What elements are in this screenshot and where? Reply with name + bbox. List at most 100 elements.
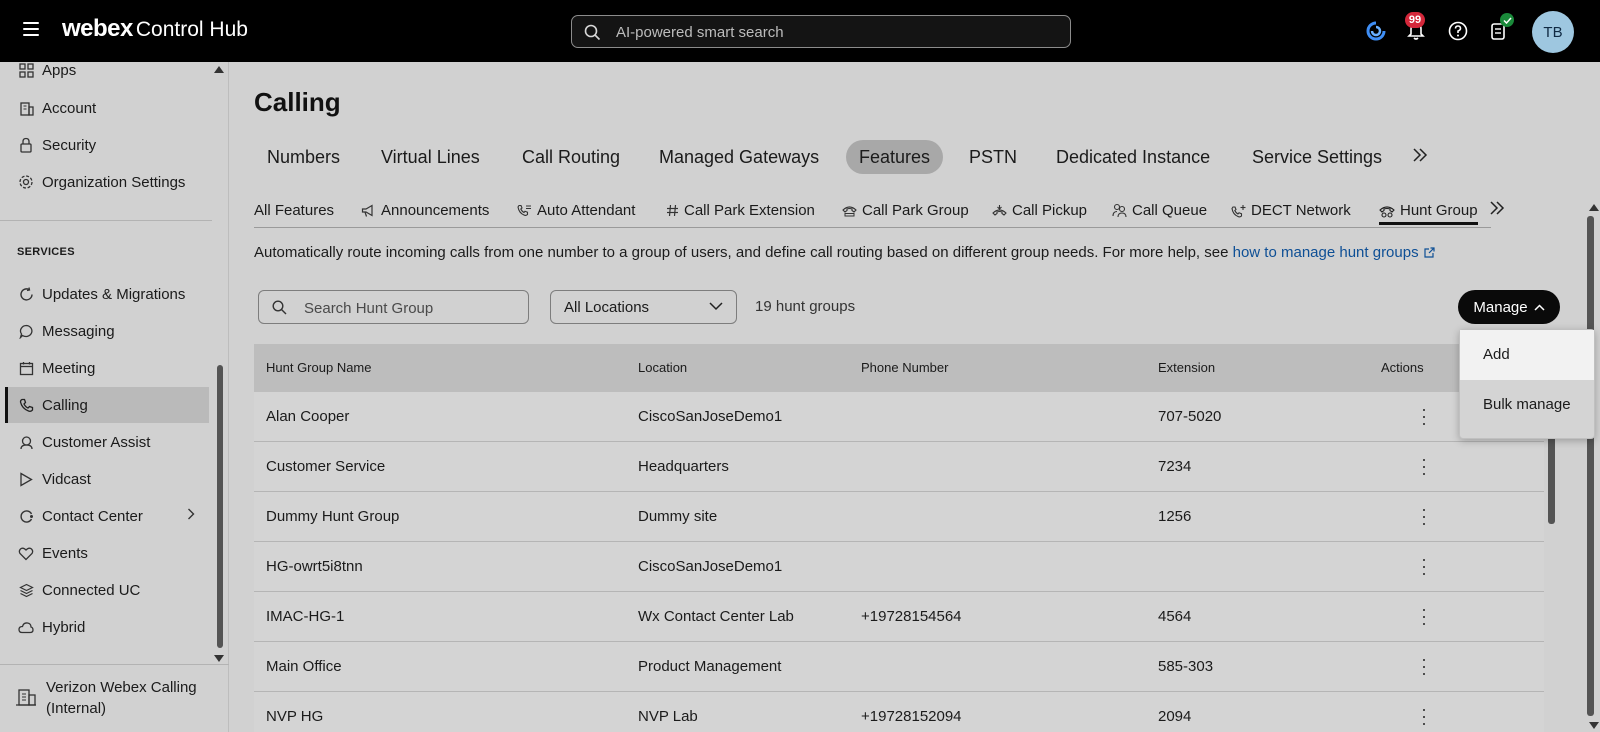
menu-item-bulk-manage[interactable]: Bulk manage xyxy=(1460,380,1594,430)
hunt-group-search[interactable] xyxy=(258,290,529,324)
sidebar-item-apps[interactable]: Apps xyxy=(0,52,210,88)
sidebar-scroll-up-arrow[interactable] xyxy=(214,66,224,73)
hunt-group-count: 19 hunt groups xyxy=(755,298,856,315)
manage-button[interactable]: Manage xyxy=(1458,290,1560,324)
sidebar-scroll-down-arrow[interactable] xyxy=(214,655,224,662)
row-actions-icon[interactable] xyxy=(1421,509,1427,525)
call-pickup-icon xyxy=(992,204,1007,216)
chevron-right-icon[interactable] xyxy=(187,507,195,525)
table-row[interactable]: NVP HG NVP Lab +19728152094 2094 xyxy=(254,692,1544,732)
row-actions-icon[interactable] xyxy=(1421,409,1427,425)
main-scroll-up-arrow[interactable] xyxy=(1589,204,1599,211)
chat-icon xyxy=(18,323,34,339)
location-filter-select[interactable]: All Locations xyxy=(550,290,737,324)
sidebar-item-messaging[interactable]: Messaging xyxy=(0,313,210,349)
org-switcher[interactable]: Verizon Webex Calling (Internal) xyxy=(0,664,229,732)
column-header-location[interactable]: Location xyxy=(638,360,687,375)
table-row[interactable]: Main Office Product Management 585-303 xyxy=(254,642,1544,692)
cloud-icon xyxy=(18,619,34,635)
sidebar-item-calling[interactable]: Calling xyxy=(5,387,209,423)
brand-logo[interactable]: webex Control Hub xyxy=(62,15,248,43)
subtab-announcements[interactable]: Announcements xyxy=(361,202,489,219)
hash-icon xyxy=(667,204,678,217)
gear-icon xyxy=(18,174,34,190)
hunt-group-search-input[interactable] xyxy=(304,298,519,318)
sidebar-item-security[interactable]: Security xyxy=(0,127,210,163)
subtab-auto-attendant[interactable]: Auto Attendant xyxy=(517,202,635,219)
tabs-more-icon[interactable] xyxy=(1412,147,1428,168)
status-check-icon xyxy=(1500,13,1514,27)
cell-name: Dummy Hunt Group xyxy=(266,508,400,525)
smart-search[interactable] xyxy=(571,15,1071,48)
sidebar-item-account[interactable]: Account xyxy=(0,90,210,126)
sidebar-item-label: Updates & Migrations xyxy=(42,285,186,303)
sidebar-item-contact-center[interactable]: Contact Center xyxy=(0,498,210,534)
subtab-all-features[interactable]: All Features xyxy=(254,202,334,219)
hunt-group-table: Hunt Group Name Location Phone Number Ex… xyxy=(254,344,1544,732)
tab-call-routing[interactable]: Call Routing xyxy=(522,140,620,174)
subtab-label: Hunt Group xyxy=(1400,202,1478,219)
main-scrollbar-thumb[interactable] xyxy=(1587,216,1594,716)
tab-virtual-lines[interactable]: Virtual Lines xyxy=(381,140,480,174)
sidebar-item-events[interactable]: Events xyxy=(0,535,210,571)
table-row[interactable]: IMAC-HG-1 Wx Contact Center Lab +1972815… xyxy=(254,592,1544,642)
tab-service-settings[interactable]: Service Settings xyxy=(1252,140,1382,174)
sidebar-item-meeting[interactable]: Meeting xyxy=(0,350,210,386)
main-scroll-down-arrow[interactable] xyxy=(1589,722,1599,729)
column-header-name[interactable]: Hunt Group Name xyxy=(266,360,372,375)
sidebar-item-connected-uc[interactable]: Connected UC xyxy=(0,572,210,608)
table-row[interactable]: Alan Cooper CiscoSanJoseDemo1 707-5020 xyxy=(254,392,1544,442)
column-header-phone[interactable]: Phone Number xyxy=(861,360,948,375)
subtabs-more-icon[interactable] xyxy=(1489,200,1505,221)
tab-dedicated-instance[interactable]: Dedicated Instance xyxy=(1056,140,1210,174)
table-row[interactable]: HG-owrt5i8tnn CiscoSanJoseDemo1 xyxy=(254,542,1544,592)
sidebar-item-hybrid[interactable]: Hybrid xyxy=(0,609,210,645)
tab-numbers[interactable]: Numbers xyxy=(267,140,340,174)
external-link-icon[interactable] xyxy=(1423,245,1435,262)
row-actions-icon[interactable] xyxy=(1421,659,1427,675)
sidebar-item-label: Messaging xyxy=(42,322,115,340)
menu-item-add[interactable]: Add xyxy=(1460,330,1594,380)
tab-pstn[interactable]: PSTN xyxy=(969,140,1017,174)
subtab-label: Call Park Group xyxy=(862,202,969,219)
user-avatar[interactable]: TB xyxy=(1532,11,1574,53)
cell-phone: +19728154564 xyxy=(861,608,962,625)
subtab-call-park-extension[interactable]: Call Park Extension xyxy=(666,202,815,219)
cell-name: Main Office xyxy=(266,658,342,675)
subtab-dect-network[interactable]: DECT Network xyxy=(1231,202,1351,219)
table-row[interactable]: Dummy Hunt Group Dummy site 1256 xyxy=(254,492,1544,542)
subtab-call-queue[interactable]: Call Queue xyxy=(1112,202,1207,219)
sidebar-item-label: Contact Center xyxy=(42,507,143,525)
webex-ai-icon[interactable] xyxy=(1364,19,1388,43)
row-actions-icon[interactable] xyxy=(1421,459,1427,475)
sidebar-divider xyxy=(0,220,212,221)
menu-icon[interactable] xyxy=(23,22,39,36)
sidebar-item-customer-assist[interactable]: Customer Assist xyxy=(0,424,210,460)
table-row[interactable]: Customer Service Headquarters 7234 xyxy=(254,442,1544,492)
tab-features[interactable]: Features xyxy=(846,140,944,174)
sidebar-scrollbar-thumb[interactable] xyxy=(217,365,223,648)
sidebar-item-label: Security xyxy=(42,136,97,154)
row-actions-icon[interactable] xyxy=(1421,709,1427,725)
location-filter-value: All Locations xyxy=(564,299,650,316)
page-title: Calling xyxy=(254,87,341,117)
row-actions-icon[interactable] xyxy=(1421,559,1427,575)
row-actions-icon[interactable] xyxy=(1421,609,1427,625)
subtab-call-park-group[interactable]: Call Park Group xyxy=(842,202,969,219)
subtab-call-pickup[interactable]: Call Pickup xyxy=(992,202,1087,219)
sidebar-item-updates-migrations[interactable]: Updates & Migrations xyxy=(0,276,210,312)
sidebar-item-organization-settings[interactable]: Organization Settings xyxy=(0,164,210,200)
help-link[interactable]: how to manage hunt groups xyxy=(1233,244,1419,261)
subtab-hunt-group[interactable]: Hunt Group xyxy=(1379,202,1478,225)
chevron-down-icon xyxy=(709,302,723,311)
smart-search-input[interactable] xyxy=(616,22,1056,42)
cell-name: Customer Service xyxy=(266,458,386,475)
column-header-extension[interactable]: Extension xyxy=(1158,360,1215,375)
help-icon[interactable] xyxy=(1446,19,1470,43)
sidebar-item-vidcast[interactable]: Vidcast xyxy=(0,461,210,497)
cell-name: HG-owrt5i8tnn xyxy=(266,558,363,575)
sidebar-item-label: Events xyxy=(42,544,88,562)
cell-name: Alan Cooper xyxy=(266,408,350,425)
tab-managed-gateways[interactable]: Managed Gateways xyxy=(659,140,819,174)
cell-location: Dummy site xyxy=(638,508,718,525)
